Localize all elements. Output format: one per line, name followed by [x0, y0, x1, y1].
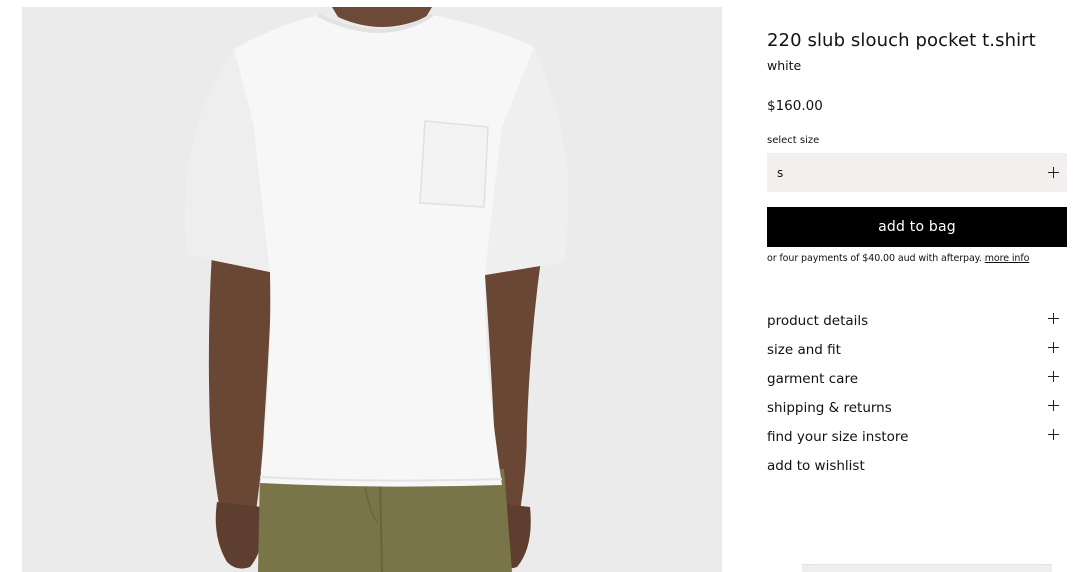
plus-icon: [1048, 313, 1059, 324]
size-select-value: s: [777, 166, 784, 180]
accordion-label: find your size instore: [767, 429, 909, 445]
afterpay-note: or four payments of $40.00 aud with afte…: [767, 253, 1029, 264]
accordion-shipping-returns[interactable]: shipping & returns: [767, 397, 1067, 419]
add-to-wishlist-link[interactable]: add to wishlist: [767, 458, 865, 474]
accordion-label: size and fit: [767, 342, 841, 358]
accordion-label: garment care: [767, 371, 859, 387]
plus-icon: [1048, 371, 1059, 382]
bottom-panel-edge: [802, 564, 1052, 572]
accordion-label: shipping & returns: [767, 400, 892, 416]
add-to-bag-button[interactable]: add to bag: [767, 207, 1067, 247]
size-select-label: select size: [767, 135, 820, 146]
afterpay-more-info-link[interactable]: more info: [985, 253, 1030, 264]
product-title: 220 slub slouch pocket t.shirt: [767, 30, 1036, 51]
product-colour: white: [767, 58, 802, 73]
size-select[interactable]: s: [767, 153, 1067, 192]
accordion-size-and-fit[interactable]: size and fit: [767, 339, 1067, 361]
tshirt-model-illustration: [22, 7, 722, 572]
accordion-product-details[interactable]: product details: [767, 310, 1067, 332]
plus-icon: [1048, 167, 1059, 178]
product-info-panel: 220 slub slouch pocket t.shirt white $16…: [767, 0, 1067, 572]
accordion-garment-care[interactable]: garment care: [767, 368, 1067, 390]
accordion-label: product details: [767, 313, 869, 329]
plus-icon: [1048, 342, 1059, 353]
product-page: 220 slub slouch pocket t.shirt white $16…: [0, 0, 1073, 572]
product-price: $160.00: [767, 98, 823, 114]
plus-icon: [1048, 429, 1059, 440]
afterpay-text: or four payments of $40.00 aud with afte…: [767, 253, 982, 264]
plus-icon: [1048, 400, 1059, 411]
product-image[interactable]: [22, 7, 722, 572]
accordion-find-size-instore[interactable]: find your size instore: [767, 426, 1067, 448]
